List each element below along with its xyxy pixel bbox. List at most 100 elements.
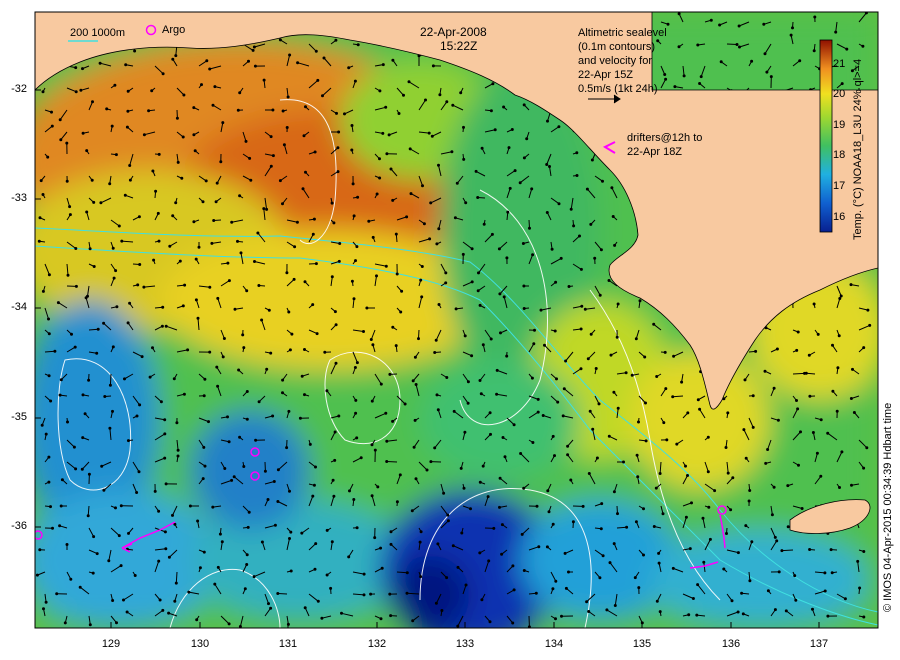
velocity-arrowhead — [47, 273, 51, 277]
velocity-arrowhead — [748, 489, 752, 492]
velocity-arrowhead — [799, 430, 802, 434]
velocity-arrowhead — [192, 133, 196, 137]
velocity-arrowhead — [819, 474, 823, 478]
velocity-arrowhead — [476, 289, 480, 293]
velocity-arrowhead — [612, 542, 616, 546]
velocity-arrowhead — [696, 398, 700, 402]
velocity-arrowhead — [164, 482, 168, 486]
velocity-arrowhead — [126, 439, 130, 443]
velocity-arrowhead — [66, 273, 70, 277]
velocity-arrowhead — [424, 98, 427, 102]
velocity-arrowhead — [312, 483, 316, 487]
velocity-arrowhead — [500, 523, 504, 527]
velocity-arrowhead — [355, 436, 359, 440]
velocity-arrowhead — [85, 210, 89, 214]
velocity-arrowhead — [369, 338, 373, 341]
velocity-arrowhead — [379, 546, 383, 550]
velocity-arrowhead — [384, 411, 388, 415]
velocity-arrowhead — [252, 575, 256, 579]
velocity-arrowhead — [201, 200, 205, 204]
velocity-arrowhead — [347, 66, 351, 70]
velocity-arrowhead — [464, 583, 468, 587]
velocity-arrowhead — [267, 308, 271, 312]
velocity-arrowhead — [553, 454, 556, 458]
velocity-arrowhead — [608, 561, 612, 565]
velocity-arrowhead — [765, 70, 769, 74]
velocity-arrowhead — [505, 354, 509, 358]
velocity-arrowhead — [256, 231, 260, 235]
velocity-arrowhead — [253, 260, 256, 263]
velocity-arrowhead — [497, 247, 501, 251]
velocity-arrowhead — [74, 66, 78, 70]
velocity-arrowhead — [325, 528, 329, 532]
velocity-arrowhead — [51, 526, 54, 530]
velocity-arrowhead — [445, 100, 449, 104]
velocity-arrowhead — [555, 377, 558, 381]
velocity-arrowhead — [188, 504, 192, 508]
velocity-arrowhead — [838, 486, 841, 489]
velocity-arrowhead — [232, 475, 236, 479]
velocity-arrowhead — [677, 12, 681, 16]
velocity-arrowhead — [479, 392, 483, 396]
velocity-arrowhead — [58, 393, 62, 397]
velocity-arrowhead — [636, 475, 640, 479]
velocity-arrowhead — [554, 280, 558, 284]
velocity-arrowhead — [429, 201, 433, 205]
velocity-arrowhead — [167, 555, 171, 559]
colorbar-tick: 19 — [833, 119, 846, 131]
velocity-arrowhead — [238, 625, 242, 628]
velocity-arrowhead — [562, 387, 566, 391]
velocity-arrowhead — [482, 222, 486, 226]
velocity-arrowhead — [590, 158, 594, 162]
colorbar-label: Temp. (°C) NOAA18_L3U 24% ql>=4 — [852, 58, 864, 240]
velocity-arrowhead — [378, 157, 381, 161]
velocity-arrowhead — [221, 121, 225, 125]
velocity-arrowhead — [798, 59, 802, 63]
velocity-arrowhead — [138, 403, 142, 407]
velocity-arrowhead — [567, 570, 570, 574]
velocity-arrowhead — [238, 435, 242, 439]
velocity-arrowhead — [786, 484, 790, 488]
velocity-arrowhead — [246, 525, 250, 529]
velocity-arrowhead — [534, 591, 538, 595]
velocity-arrowhead — [440, 609, 444, 612]
velocity-arrowhead — [373, 536, 377, 540]
velocity-arrowhead — [269, 606, 273, 610]
velocity-arrowhead — [625, 525, 629, 529]
velocity-arrowhead — [414, 383, 418, 386]
velocity-arrowhead — [698, 407, 702, 411]
velocity-arrowhead — [729, 508, 733, 512]
velocity-arrowhead — [321, 94, 324, 98]
velocity-arrowhead — [470, 280, 474, 284]
velocity-arrowhead — [742, 428, 746, 432]
velocity-arrowhead — [362, 593, 366, 597]
velocity-arrowhead — [68, 213, 72, 217]
velocity-arrowhead — [171, 57, 175, 61]
velocity-arrowhead — [114, 269, 118, 273]
velocity-arrowhead — [60, 478, 64, 482]
velocity-arrowhead — [359, 456, 363, 460]
velocity-arrowhead — [108, 182, 112, 186]
velocity-arrowhead — [664, 387, 668, 391]
velocity-arrowhead — [684, 515, 688, 519]
velocity-arrowhead — [644, 439, 648, 443]
velocity-arrowhead — [81, 131, 85, 135]
velocity-arrowhead — [737, 24, 741, 28]
velocity-arrowhead — [481, 464, 485, 468]
velocity-arrowhead — [385, 152, 389, 156]
velocity-arrowhead — [152, 258, 156, 262]
x-tick-label: 136 — [721, 638, 741, 650]
velocity-arrowhead — [356, 195, 360, 199]
velocity-arrowhead — [861, 44, 865, 48]
velocity-arrowhead — [708, 537, 712, 541]
velocity-arrowhead — [718, 23, 722, 27]
velocity-arrowhead — [312, 217, 316, 221]
velocity-arrowhead — [808, 548, 812, 551]
velocity-arrowhead — [588, 409, 592, 413]
velocity-arrowhead — [754, 349, 758, 353]
velocity-arrowhead — [96, 327, 100, 331]
velocity-arrowhead — [766, 589, 770, 593]
velocity-arrowhead — [333, 310, 337, 314]
colorbar — [819, 39, 833, 233]
velocity-arrowhead — [405, 571, 409, 575]
